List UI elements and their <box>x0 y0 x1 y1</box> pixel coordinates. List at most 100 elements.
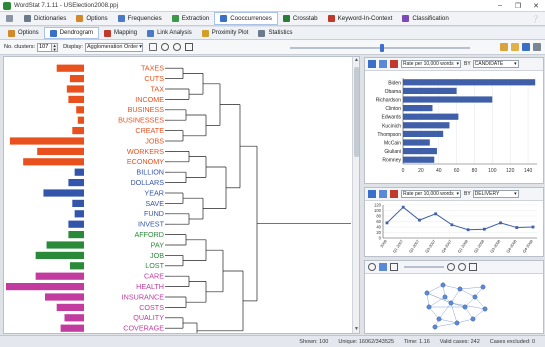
network-node[interactable] <box>424 290 430 296</box>
network-node[interactable] <box>480 284 486 290</box>
save-icon[interactable] <box>522 43 530 51</box>
line-panel-toolbar: Rate per 10,000 words ▾ BY DELIVERY ▾ <box>365 188 543 201</box>
network-edge <box>442 284 461 290</box>
bar <box>403 105 433 112</box>
term-label: INVEST <box>138 220 165 229</box>
network-node[interactable] <box>432 324 438 330</box>
bar-chart-icon[interactable] <box>368 60 376 68</box>
menu-crosstab[interactable]: Crosstab <box>278 12 323 26</box>
line-chart-icon[interactable] <box>379 190 387 198</box>
bar-measure-select[interactable]: Rate per 10,000 words ▾ <box>401 60 461 68</box>
tab-options[interactable]: Options <box>3 27 44 39</box>
network-text-icon[interactable] <box>379 263 387 271</box>
scroll-up-icon[interactable]: ▲ <box>353 57 360 64</box>
chart-color-icon[interactable] <box>390 60 398 68</box>
network-node[interactable] <box>470 316 476 322</box>
tab-mapping[interactable]: Mapping <box>99 27 142 39</box>
network-node[interactable] <box>440 282 446 288</box>
zoom-in-icon[interactable] <box>447 263 455 271</box>
network-node[interactable] <box>448 300 454 306</box>
menu-dictionaries[interactable]: Dictionaries <box>19 12 71 26</box>
term-label: YEAR <box>144 188 164 197</box>
minimize-button[interactable]: – <box>491 2 509 9</box>
menu-keyword-in-context[interactable]: Keyword-In-Context <box>323 12 398 26</box>
menu-frequencies[interactable]: Frequencies <box>113 12 167 26</box>
similarity-slider-thumb[interactable] <box>380 44 384 52</box>
y-tick-label: 40 <box>376 225 381 230</box>
dendrogram-scrollbar[interactable]: ▲ ▼ <box>352 57 359 333</box>
menu-options[interactable]: Options <box>71 12 112 26</box>
x-tick-label: 40 <box>436 168 442 174</box>
network-node[interactable] <box>426 304 432 310</box>
zoom-out-icon[interactable] <box>458 263 466 271</box>
chevron-down-icon: ▾ <box>456 61 459 67</box>
menu-crosstab-label: Crosstab <box>292 15 318 22</box>
network-node[interactable] <box>482 306 488 312</box>
bar-chart-icon[interactable] <box>368 190 376 198</box>
classification-icon <box>402 15 410 22</box>
cooccurrences-icon <box>220 15 228 22</box>
frequency-bar <box>64 314 84 322</box>
menu-cooccurrences[interactable]: Cooccurrences <box>214 12 278 25</box>
x-tick-label: 120 <box>506 168 515 174</box>
network-node[interactable] <box>436 316 442 322</box>
x-tick-label: Q3-2008 <box>490 239 502 253</box>
data-point <box>418 218 421 222</box>
network-node[interactable] <box>442 294 448 300</box>
close-button[interactable]: ✕ <box>527 2 545 10</box>
network-node[interactable] <box>472 294 478 300</box>
folder-icon[interactable] <box>511 43 519 51</box>
clusters-input[interactable] <box>37 42 53 52</box>
line-measure-select[interactable]: Rate per 10,000 words ▾ <box>401 190 461 198</box>
menu-extraction[interactable]: Extraction <box>167 12 215 26</box>
copy-icon[interactable] <box>500 43 508 51</box>
scrollbar-thumb[interactable] <box>354 67 359 157</box>
menu-extra-icon[interactable] <box>3 12 19 26</box>
title-bar: WordStat 7.1.11 - USElection2008.ppj – ❐… <box>0 0 545 12</box>
category-label: Richardson <box>376 98 402 104</box>
term-label: JOBS <box>145 136 164 145</box>
zoom-in-icon[interactable] <box>161 43 169 51</box>
term-label: QUALITY <box>133 313 164 322</box>
display-select[interactable]: Agglomeration Order ▾ <box>85 42 143 52</box>
clusters-spinner[interactable]: ▲ ▼ <box>52 42 59 52</box>
chevron-down-icon: ▾ <box>139 44 142 50</box>
network-slider[interactable] <box>404 266 444 268</box>
status-shown: Shown: 100 <box>299 338 329 345</box>
tab-statistics[interactable]: Statistics <box>253 27 297 39</box>
fit-icon[interactable] <box>469 263 477 271</box>
chart-color-icon[interactable] <box>390 190 398 198</box>
network-settings-icon[interactable] <box>390 263 398 271</box>
maximize-button[interactable]: ❐ <box>509 2 527 10</box>
term-label: TAXES <box>141 64 164 73</box>
network-layout-icon[interactable] <box>368 263 376 271</box>
network-graph[interactable] <box>365 275 543 333</box>
menu-classification[interactable]: Classification <box>397 12 453 26</box>
zoom-out-icon[interactable] <box>173 43 181 51</box>
tab-proximity-plot[interactable]: Proximity Plot <box>197 27 254 39</box>
term-label: COSTS <box>139 303 164 312</box>
term-label: BUSINESSES <box>118 116 164 125</box>
help-icon[interactable]: ❔ <box>526 12 545 26</box>
network-node[interactable] <box>454 320 460 326</box>
line-chart-icon[interactable] <box>379 60 387 68</box>
tab-dendrogram[interactable]: Dendrogram <box>43 27 100 39</box>
zoom-fit-icon[interactable] <box>185 43 193 51</box>
dendrogram-style-icon[interactable] <box>149 43 157 51</box>
network-node[interactable] <box>457 286 463 292</box>
term-label: AFFORD <box>134 230 164 239</box>
network-node[interactable] <box>462 304 468 310</box>
tab-link-analysis[interactable]: Link Analysis <box>142 27 197 39</box>
scroll-down-icon[interactable]: ▼ <box>353 326 360 333</box>
tab-statistics-icon <box>258 29 266 37</box>
tab-options-icon <box>8 29 15 37</box>
x-tick-label: 20 <box>418 168 424 174</box>
print-icon[interactable] <box>533 43 541 51</box>
line-by-select[interactable]: DELIVERY ▾ <box>472 190 519 198</box>
bar <box>403 156 435 163</box>
term-label: COVERAGE <box>123 324 164 333</box>
bar-by-select[interactable]: CANDIDATE ▾ <box>472 60 519 68</box>
options-icon <box>76 15 84 22</box>
category-label: Kucinich <box>382 123 401 129</box>
category-label: Biden <box>388 80 401 86</box>
